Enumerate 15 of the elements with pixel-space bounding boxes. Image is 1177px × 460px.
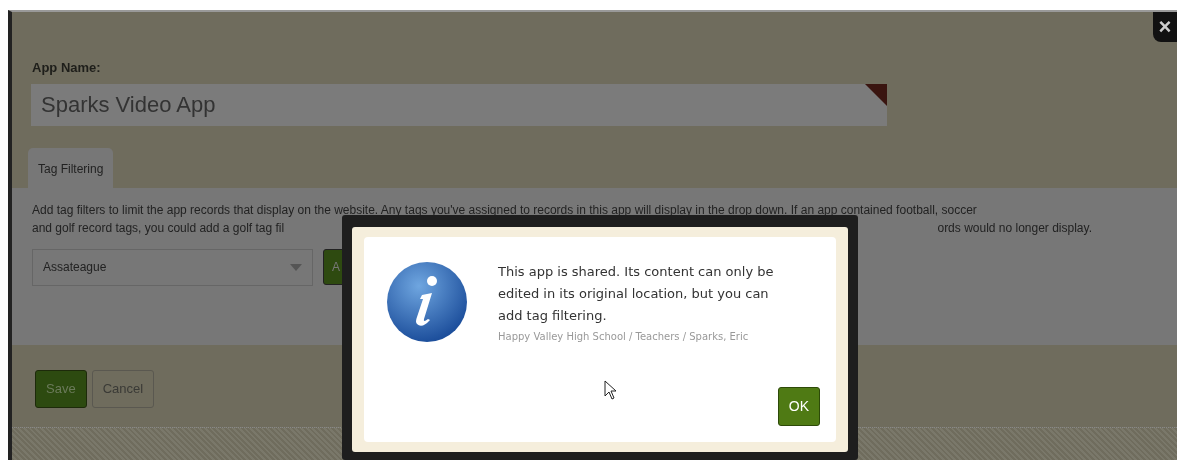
info-icon xyxy=(386,261,468,343)
save-button[interactable]: Save xyxy=(35,369,87,408)
description-text: and golf record tags, you could add a golf tag fil xyxy=(32,219,285,237)
tag-dropdown[interactable]: Assateague xyxy=(32,248,313,286)
mouse-cursor-icon xyxy=(604,380,617,400)
caret-icon xyxy=(290,263,302,271)
ok-button[interactable]: OK xyxy=(777,387,820,426)
dialog-message: This app is shared. Its content can only be edited in its original location, but you can add tag filtering. xyxy=(498,263,775,325)
app-name-label: App Name: xyxy=(32,59,101,77)
close-button[interactable]: × xyxy=(1153,12,1177,42)
description-text: ords would no longer display. xyxy=(937,219,1092,237)
location-path: Happy Valley High School / Teachers / Sparks, Eric xyxy=(498,330,750,344)
corner-marker-icon xyxy=(865,83,887,106)
tab[interactable]: Tag Filtering xyxy=(28,147,114,188)
app-name-field[interactable]: Sparks Video App xyxy=(31,83,887,126)
